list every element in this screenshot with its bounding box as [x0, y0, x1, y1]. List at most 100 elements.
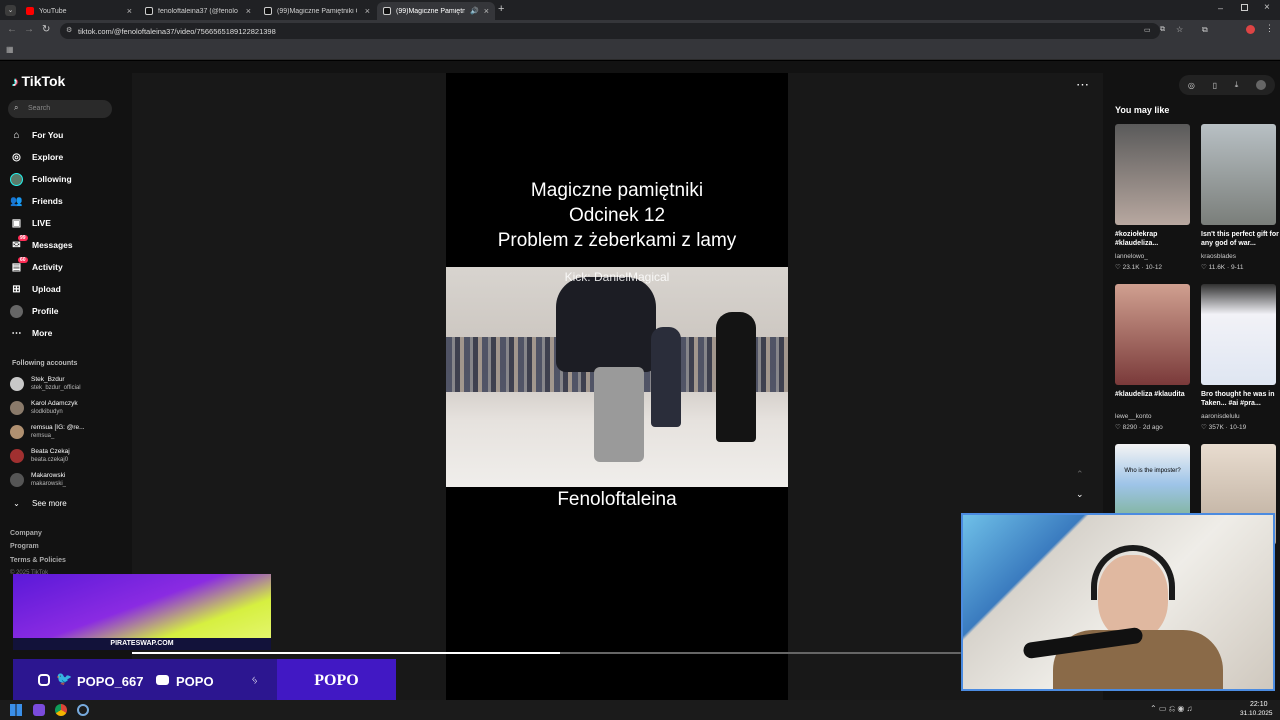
footer-link-program[interactable]: Program: [10, 543, 39, 550]
tab-search-icon[interactable]: ⌄: [5, 5, 16, 16]
close-window-icon[interactable]: ×: [1264, 2, 1270, 13]
recommendation-title[interactable]: #klaudeliza #klaudita: [1115, 390, 1195, 399]
recommendation-user[interactable]: kraosblades: [1201, 253, 1236, 260]
recommendation-thumbnail[interactable]: [1201, 284, 1276, 385]
nav-friends[interactable]: 👥 Friends: [10, 192, 62, 210]
recommendation-title[interactable]: Bro thought he was in Taken... #ai #pra.…: [1201, 390, 1280, 408]
recommendation-thumbnail[interactable]: [1201, 124, 1276, 225]
profile-avatar-icon[interactable]: [1256, 80, 1267, 90]
translate-icon[interactable]: ⧉: [1160, 26, 1165, 34]
account-name: Beata Czekaj: [31, 448, 70, 455]
tiktok-note-icon: ♪: [12, 73, 19, 89]
bookmark-star-icon[interactable]: ☆: [1176, 25, 1183, 34]
tiktok-icon: [383, 7, 391, 15]
recommendation-user[interactable]: lewe__konto: [1115, 413, 1152, 420]
video-player[interactable]: Magiczne pamiętniki Odcinek 12 Problem z…: [446, 73, 788, 700]
twitter-icon: 🐦: [56, 671, 73, 686]
nav-activity[interactable]: ▤ 60 Activity: [10, 256, 63, 276]
screen-cast-icon[interactable]: ▭: [1144, 26, 1151, 34]
browser-tab-active[interactable]: (99)Magiczne Pamiętniki O... 🔊 ×: [377, 2, 495, 20]
close-tab-icon[interactable]: ×: [127, 6, 132, 16]
nav-label: Activity: [32, 262, 63, 272]
close-tab-icon[interactable]: ×: [484, 6, 489, 16]
tray-icons[interactable]: ⌃ ▭ ⎌ ◉ ♫: [1150, 704, 1193, 714]
reload-icon[interactable]: ↻: [42, 24, 50, 35]
app-icon[interactable]: [33, 704, 45, 716]
recommendation-title[interactable]: #koziołekrap #klaudeliza...: [1115, 230, 1195, 248]
post-date: 2d ago: [1142, 424, 1163, 431]
device-icon[interactable]: ▯: [1213, 81, 1217, 90]
clock-time[interactable]: 22:10: [1250, 701, 1268, 708]
following-account[interactable]: remsua [IG: @re... remsua_: [10, 422, 85, 442]
search-input[interactable]: ⌕ Search: [8, 100, 112, 118]
close-tab-icon[interactable]: ×: [246, 6, 251, 16]
tiktok-logo[interactable]: ♪ TikTok: [12, 73, 65, 89]
compass-icon: ◎: [12, 151, 21, 163]
recommendation-stats: ♡ 23.1K · 10-12: [1115, 264, 1163, 271]
browser-tab[interactable]: (99)Magiczne Pamiętniki Odcin... ×: [258, 2, 376, 20]
new-tab-button[interactable]: +: [498, 3, 504, 15]
browser-tab[interactable]: fenoloftaleina37 (@fenoloftalei... ×: [139, 2, 257, 20]
next-video-button[interactable]: ⌄: [1076, 489, 1084, 500]
extensions-icon[interactable]: ⧉: [1202, 25, 1208, 35]
clock-date[interactable]: 31.10.2025: [1240, 710, 1273, 717]
following-account[interactable]: Makarowski makarowski_: [10, 470, 66, 490]
social-handle: POPO_667: [77, 674, 144, 689]
live-icon: ▣: [11, 217, 22, 229]
account-handle: beata.czekaj0: [31, 457, 69, 463]
post-date: 10-19: [1229, 424, 1247, 431]
chrome-icon[interactable]: [55, 704, 67, 716]
browser-menu-icon[interactable]: ⋮: [1265, 23, 1274, 34]
footer-link-terms[interactable]: Terms & Policies: [10, 557, 66, 564]
nav-label: Profile: [32, 306, 59, 316]
recommendation-user[interactable]: lannelowo_: [1115, 253, 1148, 260]
nav-more[interactable]: ⋯ More: [10, 324, 53, 342]
forward-icon[interactable]: →: [24, 24, 34, 35]
windows-taskbar: ⌃ ▭ ⎌ ◉ ♫ 22:10 31.10.2025: [0, 700, 1280, 720]
nav-for-you[interactable]: ⌂ For You: [10, 126, 63, 144]
windows-start-icon[interactable]: [10, 704, 22, 716]
nav-upload[interactable]: ⊞ Upload: [10, 280, 61, 298]
person-figure: [556, 277, 656, 372]
download-icon[interactable]: ⤓: [1235, 80, 1239, 90]
like-count: 8290: [1122, 424, 1138, 431]
close-tab-icon[interactable]: ×: [365, 6, 370, 16]
nav-live[interactable]: ▣ LIVE: [10, 214, 51, 232]
stream-overlay-text: Kick: DanielMagical: [564, 270, 670, 284]
back-icon[interactable]: ←: [7, 24, 17, 35]
address-bar[interactable]: ⚙ tiktok.com/@fenoloftaleina37/video/756…: [60, 23, 1183, 39]
caption-line: Problem z żeberkami z lamy: [497, 230, 737, 251]
footer-link-company[interactable]: Company: [10, 530, 42, 537]
recommendation-title[interactable]: Isn't this perfect gift for any god of w…: [1201, 230, 1280, 248]
nav-label: For You: [32, 130, 64, 140]
recommendation-user[interactable]: aaronisdelulu: [1201, 413, 1240, 420]
nav-messages[interactable]: ✉ 99 Messages: [10, 234, 73, 254]
following-account[interactable]: Stek_Bzdur stek_bzdur_official: [10, 374, 81, 394]
webcam-overlay: [961, 513, 1275, 691]
site-info-icon[interactable]: ⚙: [66, 26, 72, 34]
previous-video-button[interactable]: ⌃: [1076, 469, 1084, 480]
recommendation-thumbnail[interactable]: [1115, 284, 1190, 385]
profile-icon[interactable]: [1246, 25, 1255, 34]
compass-icon[interactable]: ◎: [1188, 81, 1195, 90]
promo-text: PIRATESWAP.COM: [110, 640, 174, 647]
nav-following[interactable]: Following: [10, 170, 72, 188]
nav-explore[interactable]: ◎ Explore: [10, 148, 63, 166]
browser-tab[interactable]: YouTube ×: [20, 2, 138, 20]
app-icon[interactable]: [77, 704, 89, 716]
nav-profile[interactable]: Profile: [10, 302, 58, 320]
following-account[interactable]: Karol Adamczyk slodkibudyn: [10, 398, 78, 418]
promo-banner: PIRATESWAP.COM: [13, 574, 271, 650]
avatar: [10, 425, 24, 439]
speaker-icon[interactable]: 🔊: [470, 7, 479, 15]
avatar: [10, 449, 24, 463]
apps-grid-icon[interactable]: ▦: [6, 45, 14, 54]
account-handle: slodkibudyn: [31, 409, 63, 415]
minimize-icon[interactable]: –: [1218, 3, 1223, 13]
more-options-icon[interactable]: ⋯: [1076, 77, 1089, 93]
following-account[interactable]: Beata Czekaj beata.czekaj0: [10, 446, 70, 466]
see-more-button[interactable]: ⌄ See more: [10, 494, 67, 512]
maximize-icon[interactable]: [1241, 4, 1248, 11]
recommendation-thumbnail[interactable]: [1115, 124, 1190, 225]
post-date: 10-12: [1145, 264, 1163, 271]
